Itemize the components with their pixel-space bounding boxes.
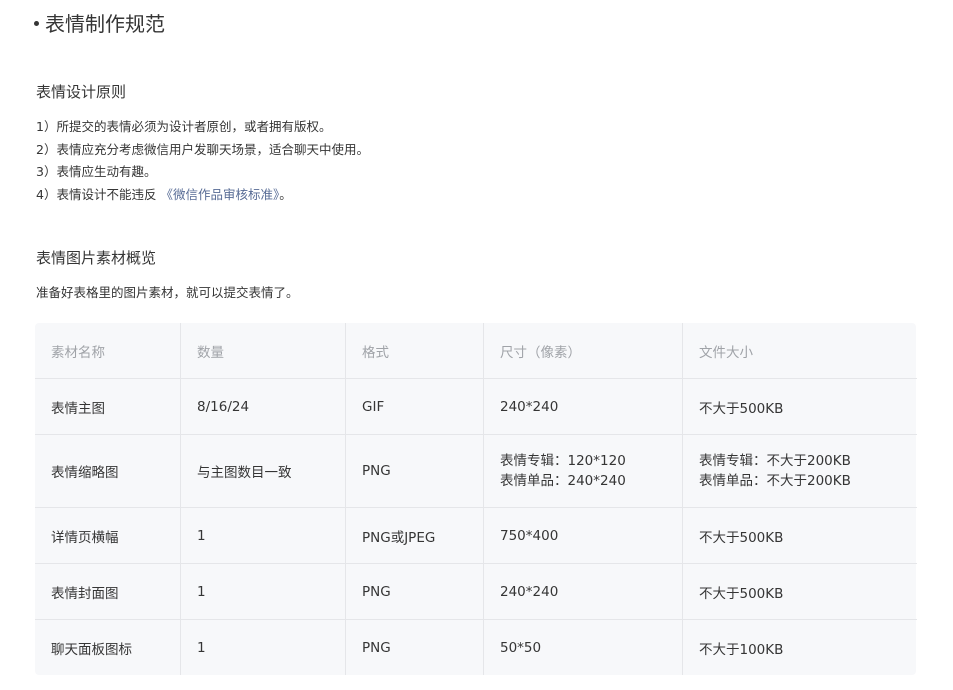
rule-item: 1）所提交的表情必须为设计者原创，或者拥有版权。 [36,119,332,134]
cell-size: 240*240 [483,563,683,620]
cell-name: 表情缩略图 [35,434,181,508]
table-row: 表情缩略图 与主图数目一致 PNG 表情专辑：120*120 表情单品：240*… [35,434,917,508]
cell-filesize-line: 表情专辑：不大于200KB [699,453,851,469]
page-title: 表情制作规范 [34,10,165,38]
materials-intro: 准备好表格里的图片素材，就可以提交表情了。 [36,285,299,300]
header-name: 素材名称 [35,323,181,379]
cell-format: PNG或JPEG [345,507,484,564]
rule-item: 4）表情设计不能违反 《微信作品审核标准》。 [36,184,369,207]
cell-name: 表情封面图 [35,563,181,620]
cell-filesize: 不大于500KB [682,563,917,620]
cell-size: 表情专辑：120*120 表情单品：240*240 [483,434,683,508]
table-row: 聊天面板图标 1 PNG 50*50 不大于100KB [35,619,917,675]
header-size: 尺寸（像素） [483,323,683,379]
cell-size: 750*400 [483,507,683,564]
table-row: 表情封面图 1 PNG 240*240 不大于500KB [35,563,917,620]
design-rules-list: 1）所提交的表情必须为设计者原创，或者拥有版权。 2）表情应充分考虑微信用户发聊… [36,116,369,206]
cell-name: 聊天面板图标 [35,619,181,675]
cell-filesize: 不大于500KB [682,378,917,435]
page-title-text: 表情制作规范 [45,12,165,36]
cell-format: PNG [345,619,484,675]
bullet-icon [34,21,39,26]
header-format: 格式 [345,323,484,379]
cell-size: 50*50 [483,619,683,675]
page: 表情制作规范 表情设计原则 1）所提交的表情必须为设计者原创，或者拥有版权。 2… [0,0,953,690]
cell-count: 1 [180,507,346,564]
cell-filesize-line: 表情单品：不大于200KB [699,473,851,489]
materials-title: 表情图片素材概览 [36,249,157,267]
cell-size-line: 表情单品：240*240 [500,473,626,489]
cell-size-line: 表情专辑：120*120 [500,453,626,469]
rule-item: 2）表情应充分考虑微信用户发聊天场景，适合聊天中使用。 [36,141,369,157]
cell-format: PNG [345,434,484,508]
cell-filesize: 不大于500KB [682,507,917,564]
rule-text: 4）表情设计不能违反 [36,186,157,202]
table-row: 详情页横幅 1 PNG或JPEG 750*400 不大于500KB [35,507,917,564]
cell-count: 1 [180,619,346,675]
review-standard-link[interactable]: 《微信作品审核标准》 [160,187,279,202]
cell-filesize: 表情专辑：不大于200KB 表情单品：不大于200KB [682,434,917,508]
cell-size: 240*240 [483,378,683,435]
header-filesize: 文件大小 [682,323,917,379]
design-principles-title: 表情设计原则 [36,83,127,101]
cell-name: 详情页横幅 [35,507,181,564]
table-row: 表情主图 8/16/24 GIF 240*240 不大于500KB [35,378,917,435]
cell-count: 1 [180,563,346,620]
cell-count: 8/16/24 [180,378,346,435]
materials-table-container: 素材名称 数量 格式 尺寸（像素） 文件大小 表情主图 8/16/24 GIF … [35,323,917,675]
cell-name: 表情主图 [35,378,181,435]
table-header-row: 素材名称 数量 格式 尺寸（像素） 文件大小 [35,323,917,379]
cell-filesize: 不大于100KB [699,641,784,658]
cell-format: GIF [345,378,484,435]
cell-count: 与主图数目一致 [180,434,346,508]
materials-table: 素材名称 数量 格式 尺寸（像素） 文件大小 表情主图 8/16/24 GIF … [35,323,917,675]
rule-text-end: 。 [279,186,292,202]
rule-item: 3）表情应生动有趣。 [36,164,157,179]
cell-format: PNG [345,563,484,620]
header-count: 数量 [180,323,346,379]
